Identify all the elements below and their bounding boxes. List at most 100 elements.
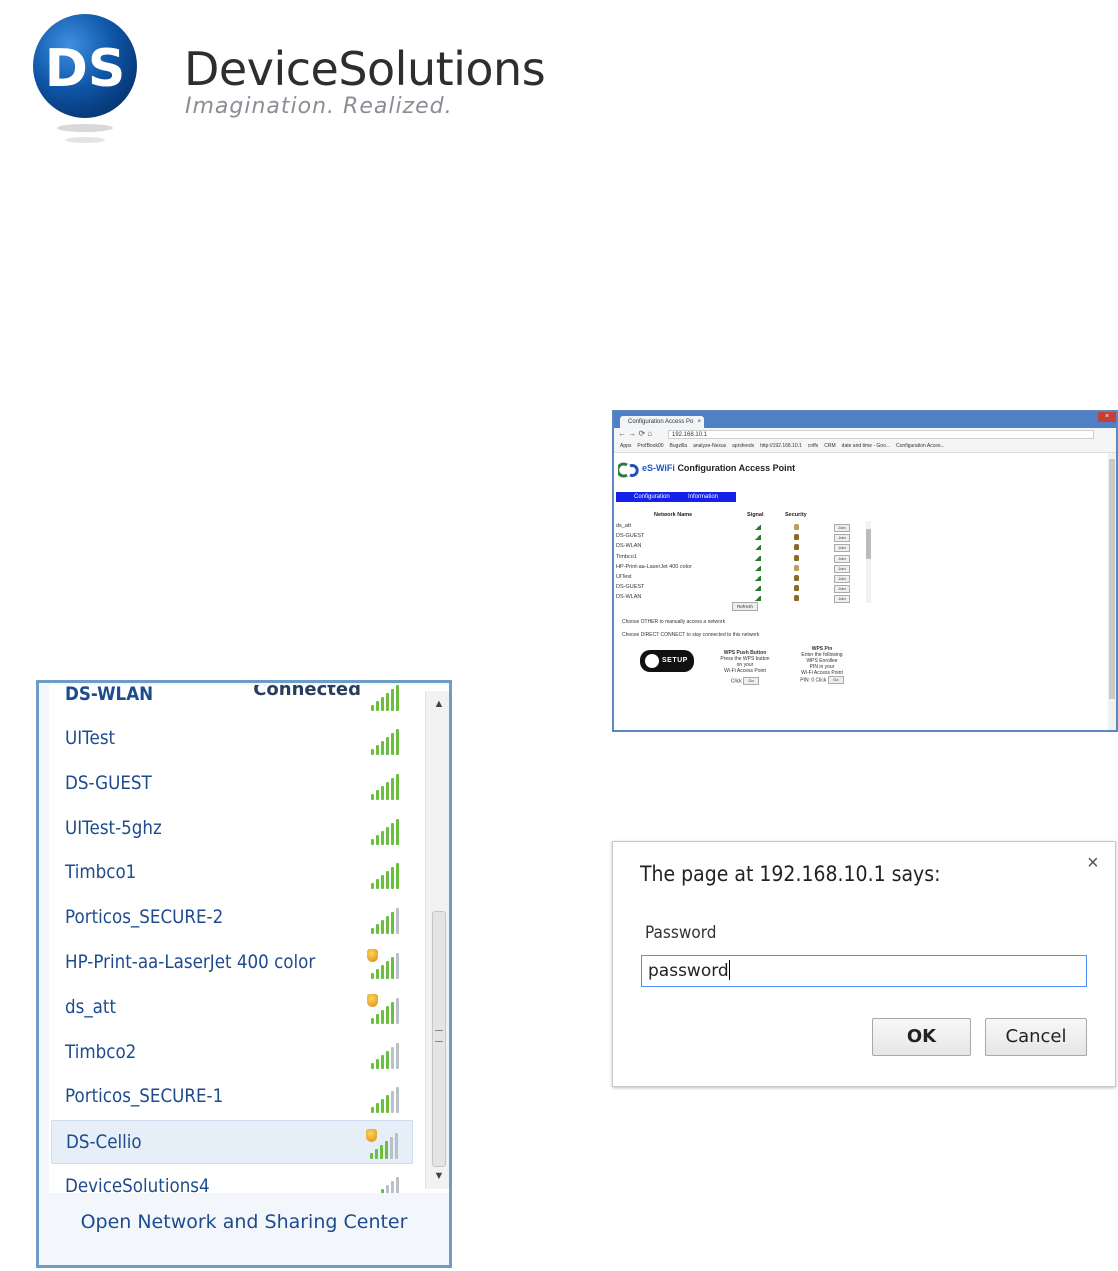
join-button[interactable]: Join [834,544,850,553]
logo-initials: DS [45,39,126,99]
network-row: DS-WLAN Join [616,543,866,553]
signal-bar [386,826,389,845]
bookmark-item[interactable]: http://192.168.10.1 [760,441,802,452]
network-row-name: UITest [616,574,632,580]
join-button[interactable]: Join [834,595,850,604]
bookmark-item[interactable]: ProfBook00 [637,441,663,452]
network-list-scrollbar[interactable] [866,521,871,603]
browser-tab[interactable]: Configuration Access Po × [620,416,704,428]
signal-bar [371,883,374,890]
network-item[interactable]: UITest [51,717,413,761]
signal-bar [386,961,389,979]
page-title-rest: Configuration Access Point [677,463,796,473]
wps-pin-section: WPS Pin Enter the following WPS Enrollee… [786,646,858,684]
network-row-name: DS-GUEST [616,533,645,540]
lock-icon [794,575,799,581]
signal-bar [396,1042,399,1069]
join-button[interactable]: Join [834,524,850,532]
signal-bar [371,928,374,935]
network-name: Timbco1 [65,861,137,884]
signal-strength-icon [365,859,401,890]
address-bar[interactable]: 192.168.10.1 [668,430,1094,439]
network-item[interactable]: HP-Print-aa-LaserJet 400 color [51,941,413,985]
network-row-name: ds_att [616,523,631,529]
network-item[interactable]: Porticos_SECURE-1 [51,1075,413,1119]
dialog-title: The page at 192.168.10.1 says: [640,862,941,886]
browser-tab-bar: Configuration Access Po × × [614,412,1116,428]
refresh-button[interactable]: Refresh [732,602,758,611]
browser-window: Configuration Access Po × × ← → ⟳ ⌂ 192.… [612,410,1118,732]
wifi-list-scrollbar[interactable]: ▲ ▼ [425,691,449,1189]
join-button[interactable]: Join [834,564,850,573]
bookmark-item[interactable]: aprsfeeds [732,441,754,452]
signal-bar [396,1087,399,1114]
bookmark-item[interactable]: CRM [824,441,835,452]
scroll-thumb[interactable] [432,911,446,1167]
network-name: HP-Print-aa-LaserJet 400 color [65,951,316,973]
signal-bar [396,729,399,755]
network-item[interactable]: DS-GUEST [51,762,413,806]
signal-strength-icon [365,725,401,755]
network-item[interactable]: UITest-5ghz [51,807,413,851]
password-input[interactable]: password [641,955,1087,987]
nav-configuration[interactable]: Configuration [634,492,670,502]
network-item-connected[interactable]: DS-WLAN Connected [51,685,413,717]
signal-bar [391,689,394,711]
lock-icon [794,534,799,541]
scroll-down-arrow-icon[interactable]: ▼ [426,1163,449,1189]
network-item[interactable]: DS-Cellio [51,1120,413,1165]
signal-bar [396,773,399,800]
close-icon[interactable]: × [1087,852,1099,875]
signal-bar [381,1009,384,1024]
bookmark-item[interactable]: Apps [620,441,631,452]
wifi-network-panel: DS-WLAN Connected UITest DS-GUEST UITest-5… [36,680,452,1268]
ok-button[interactable]: OK [872,1018,971,1056]
window-close-icon[interactable]: × [1098,412,1116,422]
network-row: DS-GUEST Join [616,584,866,594]
network-item[interactable]: Porticos_SECURE-2 [51,896,413,940]
network-row-name: DS-WLAN [616,543,642,550]
wps-push-go-button[interactable]: Go [743,677,760,685]
bookmark-item[interactable]: cnffs [808,441,818,452]
bookmark-item[interactable]: date and time - Goo... [842,441,890,452]
network-row: DS-GUEST Join [616,533,866,543]
network-item[interactable]: Timbco1 [51,851,413,895]
nav-information[interactable]: Information [688,492,718,502]
bookmark-item[interactable]: analyze-Nexus [693,441,726,452]
wps-pin-go-button[interactable]: Go [827,676,844,684]
signal-bar [391,1001,394,1024]
join-button[interactable]: Join [834,585,850,594]
tab-close-icon[interactable]: × [697,416,701,428]
wps-badge-text: SETUP [662,657,688,664]
bookmark-item[interactable]: Configuration Acces... [896,441,945,452]
wps-push-line: Wi-Fi Access Point [724,668,766,674]
signal-bar [370,1153,373,1160]
join-button[interactable]: Join [834,534,850,543]
lock-icon [794,585,799,592]
nav-buttons-icon[interactable]: ← → ⟳ ⌂ [618,429,652,438]
join-button[interactable]: Join [834,554,850,563]
password-prompt-dialog: × The page at 192.168.10.1 says: Passwor… [612,841,1116,1087]
cancel-button[interactable]: Cancel [985,1018,1087,1056]
signal-icon [754,576,761,581]
scroll-up-arrow-icon[interactable]: ▲ [426,691,449,717]
signal-strength-icon [365,815,401,845]
signal-bar [371,1017,374,1024]
page-scrollbar[interactable] [1108,453,1116,730]
signal-icon [754,525,761,530]
page-content: eS-WiFi Configuration Access Point Confi… [614,453,1106,730]
connection-status: Connected [253,685,361,700]
signal-bar [391,957,394,979]
wps-pin-value: PIN: 0 [800,677,815,684]
signal-strength-icon [365,904,401,935]
signal-bar [386,1005,389,1024]
open-network-sharing-center-link[interactable]: Open Network and Sharing Center [39,1211,449,1233]
signal-bar [381,830,384,845]
network-item[interactable]: Timbco2 [51,1031,413,1075]
network-name: DeviceSolutions4 [65,1175,210,1193]
network-item[interactable]: DeviceSolutions4 [51,1165,413,1193]
bookmark-item[interactable]: Bugzilla [670,441,688,452]
network-row: UITest Join [616,574,866,584]
network-item[interactable]: ds_att [51,986,413,1030]
join-button[interactable]: Join [834,575,850,583]
